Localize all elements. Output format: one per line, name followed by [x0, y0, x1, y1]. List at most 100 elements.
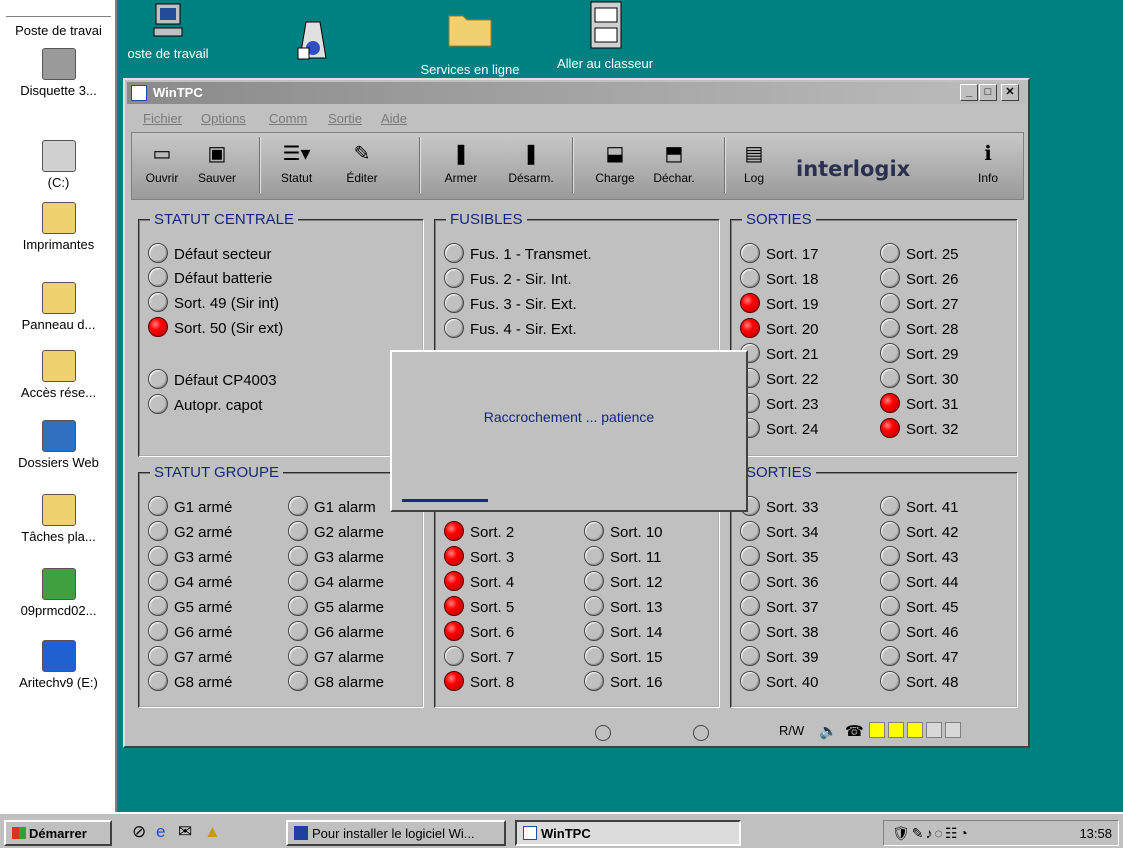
- menu-sortie[interactable]: Sortie: [328, 111, 362, 126]
- printer-folder-icon: [41, 202, 76, 234]
- desktop-panel-item[interactable]: Disquette 3...: [0, 48, 117, 98]
- output-row: Sort. 45: [880, 596, 959, 616]
- quicklaunch-app-icon[interactable]: ▲: [204, 822, 221, 842]
- decharge-button[interactable]: ⬒ Déchar.: [642, 137, 706, 197]
- led-off-indicator: [880, 243, 900, 263]
- start-label: Démarrer: [29, 826, 87, 841]
- led-label: Sort. 19: [766, 296, 819, 313]
- tasks-icon: [41, 494, 76, 526]
- desktop-panel-item[interactable]: Imprimantes: [0, 202, 117, 252]
- led-on-indicator: [444, 546, 464, 566]
- output-row: Sort. 11: [584, 546, 661, 566]
- led-label: Sort. 36: [766, 574, 819, 591]
- output-row: Sort. 7: [444, 646, 514, 666]
- led-off-indicator: [584, 646, 604, 666]
- decharge-label: Déchar.: [653, 171, 695, 185]
- menu-aide[interactable]: Aide: [381, 111, 407, 126]
- desktop-panel-item[interactable]: Dossiers Web: [0, 420, 117, 470]
- desktop-panel-item[interactable]: Aritechv9 (E:): [0, 640, 117, 690]
- menu-fichier[interactable]: Fichier: [143, 111, 182, 126]
- group-row: G1 armé: [148, 496, 232, 516]
- disarm-button[interactable]: ❚ Désarm.: [496, 137, 566, 197]
- desktop-panel-item[interactable]: (C:): [0, 140, 117, 190]
- led-label: G6 armé: [174, 624, 233, 641]
- desktop-icon-shortcut[interactable]: [288, 18, 338, 67]
- menu-options[interactable]: Options: [201, 111, 246, 126]
- led-label: Sort. 24: [766, 421, 819, 438]
- open-button[interactable]: ▭ Ouvrir: [142, 137, 182, 197]
- led-off-indicator: [444, 268, 464, 288]
- quicklaunch-outlook-icon[interactable]: ✉: [178, 822, 192, 842]
- led-off-indicator: [148, 394, 168, 414]
- output-row: Sort. 27: [880, 293, 959, 313]
- group-row: G2 armé: [148, 521, 232, 541]
- charge-button[interactable]: ⬓ Charge: [588, 137, 642, 197]
- start-button[interactable]: Démarrer: [4, 820, 112, 846]
- output-row: Sort. 25: [880, 243, 959, 263]
- info-button[interactable]: ℹ Info: [968, 137, 1008, 197]
- task-button-word[interactable]: Pour installer le logiciel Wi...: [286, 820, 506, 846]
- fuse-row: Fus. 2 - Sir. Int.: [444, 268, 572, 288]
- edit-button[interactable]: ✎ Éditer: [337, 137, 387, 197]
- led-label: Sort. 28: [906, 321, 959, 338]
- led-label: Autopr. capot: [174, 397, 263, 414]
- desktop-icon-poste-de-travail[interactable]: oste de travail: [118, 2, 218, 61]
- tray-icons[interactable]: 🛡✎♪◌☷◔: [892, 825, 970, 842]
- info-icon: ℹ: [984, 143, 992, 165]
- led-on-indicator: [444, 571, 464, 591]
- led-label: G5 armé: [174, 599, 233, 616]
- desktop-icon-aller-au-classeur[interactable]: Aller au classeur: [545, 0, 665, 71]
- led-off-indicator: [584, 571, 604, 591]
- edit-icon: ✎: [353, 143, 371, 165]
- group-row: G8 armé: [148, 671, 232, 691]
- interlogix-logo: interlogix: [796, 157, 911, 181]
- led-label: Sort. 33: [766, 499, 819, 516]
- desktop-icon-services-en-ligne[interactable]: Services en ligne: [400, 8, 540, 77]
- minimize-button[interactable]: _: [960, 84, 978, 101]
- led-off-indicator: [148, 521, 168, 541]
- group-row: G3 armé: [148, 546, 232, 566]
- group-row: G5 alarme: [288, 596, 384, 616]
- led-off-indicator: [880, 293, 900, 313]
- led-label: Sort. 20: [766, 321, 819, 338]
- desktop-panel-item[interactable]: Panneau d...: [0, 282, 117, 332]
- group-row: G6 armé: [148, 621, 232, 641]
- desktop-panel-item[interactable]: 09prmcd02...: [0, 568, 117, 618]
- led-off-indicator: [148, 671, 168, 691]
- output-row: Sort. 22: [740, 368, 819, 388]
- led-label: Sort. 25: [906, 246, 959, 263]
- desktop-panel-item[interactable]: Tâches pla...: [0, 494, 117, 544]
- led-off-indicator: [148, 596, 168, 616]
- save-button[interactable]: ▣ Sauver: [187, 137, 247, 197]
- led-label: Fus. 2 - Sir. Int.: [470, 271, 572, 288]
- status-row: Sort. 49 (Sir int): [148, 292, 279, 312]
- fuse-row: Fus. 1 - Transmet.: [444, 243, 592, 263]
- close-button[interactable]: ✕: [1001, 84, 1019, 101]
- toolbar-separator: [419, 137, 421, 193]
- led-off-indicator: [880, 571, 900, 591]
- app-icon: [131, 85, 147, 101]
- log-button[interactable]: ▤ Log: [734, 137, 774, 197]
- led-off-indicator: [740, 571, 760, 591]
- led-label: Sort. 13: [610, 599, 663, 616]
- led-label: Sort. 31: [906, 396, 959, 413]
- arm-label: Armer: [444, 171, 478, 185]
- task-button-wintpc[interactable]: WinTPC: [515, 820, 741, 846]
- window-titlebar[interactable]: WinTPC _ □ ✕: [127, 82, 1026, 104]
- led-label: Sort. 45: [906, 599, 959, 616]
- led-label: Sort. 21: [766, 346, 819, 363]
- output-row: Sort. 38: [740, 621, 819, 641]
- menu-comm[interactable]: Comm: [269, 111, 307, 126]
- led-off-indicator: [740, 243, 760, 263]
- maximize-button[interactable]: □: [979, 84, 997, 101]
- desktop-panel-item[interactable]: Poste de travai: [0, 16, 117, 38]
- fuse-row: Fus. 3 - Sir. Ext.: [444, 293, 577, 313]
- led-label: Défaut secteur: [174, 246, 272, 263]
- quicklaunch-desktop-icon[interactable]: ⊘: [132, 822, 146, 842]
- arm-button[interactable]: ❚ Armer: [436, 137, 486, 197]
- quicklaunch-ie-icon[interactable]: e: [156, 822, 165, 842]
- statut-button[interactable]: ☰▾ Statut: [269, 137, 324, 197]
- led-off-indicator: [148, 496, 168, 516]
- led-off-indicator: [740, 521, 760, 541]
- desktop-panel-item[interactable]: Accès rése...: [0, 350, 117, 400]
